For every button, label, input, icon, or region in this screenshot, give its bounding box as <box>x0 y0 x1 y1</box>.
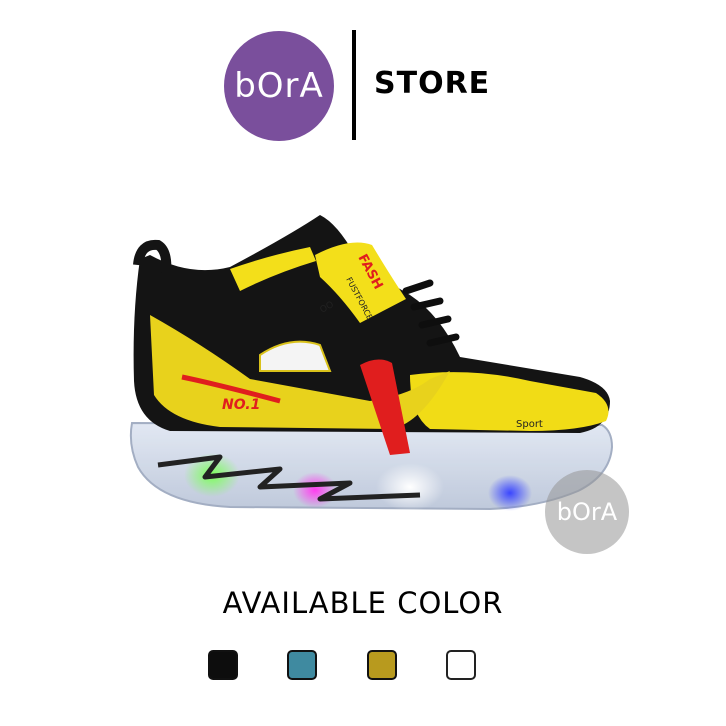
available-color-heading: AVAILABLE COLOR <box>222 586 504 620</box>
header-divider <box>352 30 356 140</box>
shoe-print-sport: Sport <box>516 419 543 430</box>
swatch-white[interactable] <box>446 650 476 680</box>
led-pink <box>293 472 337 508</box>
shoe-print-no1: NO.1 <box>222 397 260 413</box>
swatch-mustard[interactable] <box>367 650 397 680</box>
store-label: STORE <box>374 66 491 101</box>
product-image: FASH FUSTFORCE OO NO.1 Sport <box>129 215 614 511</box>
watermark-logo: bOrA <box>545 470 629 554</box>
led-blue <box>488 475 532 511</box>
swatch-black[interactable] <box>208 650 238 680</box>
swatch-teal[interactable] <box>287 650 317 680</box>
watermark-text: bOrA <box>556 498 618 526</box>
color-swatches <box>0 650 726 682</box>
led-white <box>376 463 444 511</box>
brand-logo: bOrA <box>224 31 334 141</box>
brand-logo-text: bOrA <box>234 66 324 106</box>
